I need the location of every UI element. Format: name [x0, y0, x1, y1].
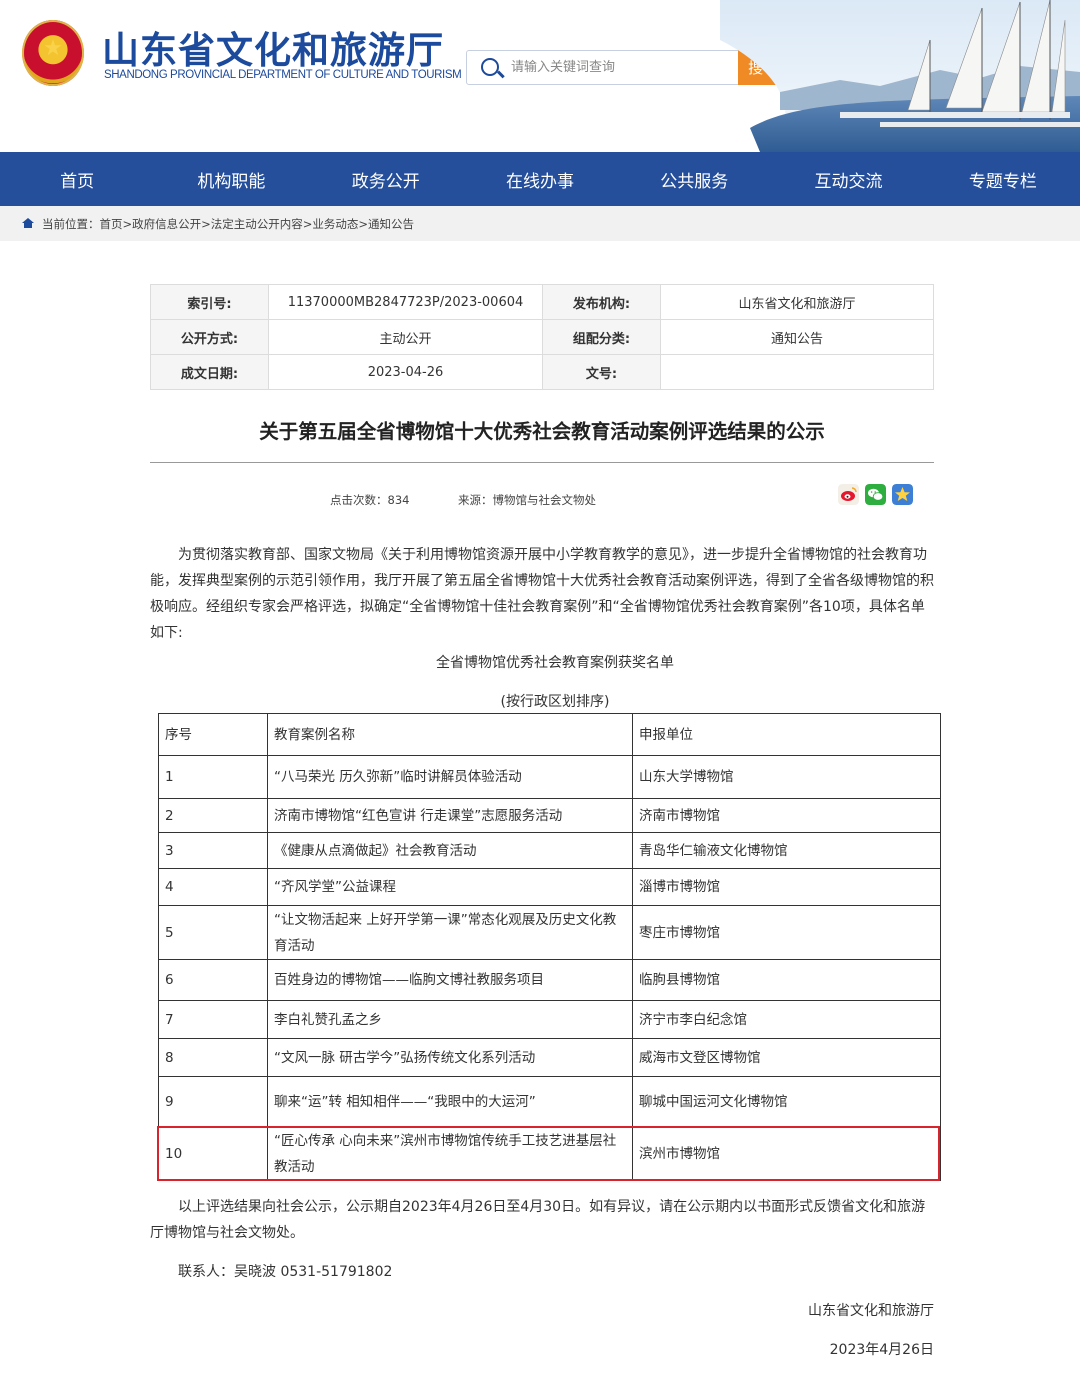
nav-item-home[interactable]: 首页	[0, 152, 154, 206]
applicant-unit: 济南市博物馆	[632, 798, 941, 833]
meta-mode-label: 公开方式:	[150, 319, 269, 355]
meta-date-value: 2023-04-26	[268, 354, 543, 390]
click-count-label: 点击次数：	[330, 493, 388, 507]
case-name: “齐风学堂”公益课程	[267, 868, 633, 906]
national-emblem-logo	[22, 20, 84, 86]
source-value: 博物馆与社会文物处	[492, 493, 597, 507]
nav-item-online-services[interactable]: 在线办事	[463, 152, 617, 206]
table-row: 2 济南市博物馆“红色宣讲 行走课堂”志愿服务活动 济南市博物馆	[158, 798, 941, 833]
case-name: “八马荣光 历久弥新”临时讲解员体验活动	[267, 755, 633, 799]
source-label: 来源：	[458, 493, 493, 507]
site-header: 山东省文化和旅游厅 SHANDONG PROVINCIAL DEPARTMENT…	[0, 0, 1080, 152]
meta-category-label: 组配分类:	[542, 319, 661, 355]
home-icon	[22, 218, 34, 229]
applicant-unit: 济宁市李白纪念馆	[632, 1000, 941, 1039]
click-count-value: 834	[387, 493, 410, 507]
row-number: 1	[158, 755, 268, 799]
row-number: 10	[158, 1126, 268, 1181]
header-cell: 教育案例名称	[267, 713, 633, 756]
document-meta-table: 索引号: 11370000MB2847723P/2023-00604 发布机构:…	[150, 284, 934, 390]
breadcrumb-bar: 当前位置：首页>政府信息公开>法定主动公开内容>业务动态>通知公告	[0, 206, 1080, 241]
case-name: “让文物活起来 上好开学第一课”常态化观展及历史文化教育活动	[267, 905, 633, 960]
article-title: 关于第五届全省博物馆十大优秀社会教育活动案例评选结果的公示	[259, 420, 825, 443]
case-name: 百姓身边的博物馆——临朐文博社教服务项目	[267, 959, 633, 1001]
table-row: 10 “匠心传承 心向未来”滨州市博物馆传统手工技艺进基层社教活动 滨州市博物馆	[158, 1126, 941, 1181]
nav-item-special-topics[interactable]: 专题专栏	[926, 152, 1080, 206]
contact-line: 联系人：吴晓波 0531-51791802	[178, 1264, 393, 1280]
nav-item-government-affairs[interactable]: 政务公开	[309, 152, 463, 206]
nav-item-public-services[interactable]: 公共服务	[617, 152, 771, 206]
row-number: 3	[158, 832, 268, 869]
table-row: 8 “文风一脉 研古学今”弘扬传统文化系列活动 威海市文登区博物馆	[158, 1038, 941, 1077]
title-divider	[150, 462, 934, 463]
table-row: 4 “齐风学堂”公益课程 淄博市博物馆	[158, 868, 941, 906]
table-row: 1 “八马荣光 历久弥新”临时讲解员体验活动 山东大学博物馆	[158, 755, 941, 799]
intro-paragraph: 为贯彻落实教育部、国家文物局《关于利用博物馆资源开展中小学教育教学的意见》，进一…	[150, 547, 934, 641]
wechat-icon[interactable]	[865, 484, 886, 505]
sign-date: 2023年4月26日	[829, 1342, 934, 1358]
meta-index-value: 11370000MB2847723P/2023-00604	[268, 284, 543, 320]
applicant-unit: 枣庄市博物馆	[632, 905, 941, 960]
closing-paragraph: 以上评选结果向社会公示，公示期自2023年4月26日至4月30日。如有异议，请在…	[150, 1199, 926, 1241]
row-number: 8	[158, 1038, 268, 1077]
table-row: 7 李白礼赞孔孟之乡 济宁市李白纪念馆	[158, 1000, 941, 1039]
meta-docno-value	[660, 354, 934, 390]
applicant-unit: 青岛华仁输液文化博物馆	[632, 832, 941, 869]
site-title[interactable]: 山东省文化和旅游厅	[102, 20, 444, 74]
row-number: 9	[158, 1076, 268, 1127]
table-row: 9 聊来“运”转 相知相伴——“我眼中的大运河” 聊城中国运河文化博物馆	[158, 1076, 941, 1127]
main-nav: 首页 机构职能 政务公开 在线办事 公共服务 互动交流 专题专栏	[0, 152, 1080, 206]
harbor-sailboats-banner	[720, 0, 1080, 152]
search-icon	[481, 58, 499, 76]
table-row: 5 “让文物活起来 上好开学第一课”常态化观展及历史文化教育活动 枣庄市博物馆	[158, 905, 941, 960]
row-number: 2	[158, 798, 268, 833]
table-row: 6 百姓身边的博物馆——临朐文博社教服务项目 临朐县博物馆	[158, 959, 941, 1001]
list-title: 全省博物馆优秀社会教育案例获奖名单	[436, 655, 674, 671]
applicant-unit: 山东大学博物馆	[632, 755, 941, 799]
table-header-row: 序号 教育案例名称 申报单位	[158, 713, 941, 756]
signature: 山东省文化和旅游厅	[808, 1303, 934, 1319]
case-name: “文风一脉 研古学今”弘扬传统文化系列活动	[267, 1038, 633, 1077]
applicant-unit: 滨州市博物馆	[632, 1126, 941, 1181]
case-name: 聊来“运”转 相知相伴——“我眼中的大运河”	[267, 1076, 633, 1127]
click-count: 点击次数：834	[330, 492, 409, 508]
meta-date-label: 成文日期:	[150, 354, 269, 390]
meta-index-label: 索引号:	[150, 284, 269, 320]
header-cell: 序号	[158, 713, 268, 756]
nav-item-functions[interactable]: 机构职能	[154, 152, 308, 206]
site-subtitle: SHANDONG PROVINCIAL DEPARTMENT OF CULTUR…	[104, 69, 462, 81]
applicant-unit: 临朐县博物馆	[632, 959, 941, 1001]
case-name: 济南市博物馆“红色宣讲 行走课堂”志愿服务活动	[267, 798, 633, 833]
row-number: 5	[158, 905, 268, 960]
weibo-icon[interactable]	[838, 484, 859, 505]
applicant-unit: 淄博市博物馆	[632, 868, 941, 906]
breadcrumb[interactable]: 当前位置：首页>政府信息公开>法定主动公开内容>业务动态>通知公告	[42, 216, 414, 232]
article-source: 来源：博物馆与社会文物处	[458, 492, 596, 508]
case-name: 李白礼赞孔孟之乡	[267, 1000, 633, 1039]
table-row: 3 《健康从点滴做起》社会教育活动 青岛华仁输液文化博物馆	[158, 832, 941, 869]
award-table: 序号 教育案例名称 申报单位 1 “八马荣光 历久弥新”临时讲解员体验活动 山东…	[158, 713, 941, 1181]
nav-item-interaction[interactable]: 互动交流	[771, 152, 925, 206]
meta-category-value: 通知公告	[660, 319, 934, 355]
applicant-unit: 威海市文登区博物馆	[632, 1038, 941, 1077]
list-note: (按行政区划排序)	[500, 694, 610, 710]
meta-publisher-label: 发布机构:	[542, 284, 661, 320]
case-name: 《健康从点滴做起》社会教育活动	[267, 832, 633, 869]
case-name: “匠心传承 心向未来”滨州市博物馆传统手工技艺进基层社教活动	[267, 1126, 633, 1181]
meta-publisher-value: 山东省文化和旅游厅	[660, 284, 934, 320]
row-number: 4	[158, 868, 268, 906]
row-number: 6	[158, 959, 268, 1001]
header-cell: 申报单位	[632, 713, 941, 756]
applicant-unit: 聊城中国运河文化博物馆	[632, 1076, 941, 1127]
favorite-icon[interactable]	[892, 484, 913, 505]
search-input[interactable]	[511, 51, 735, 84]
meta-docno-label: 文号:	[542, 354, 661, 390]
meta-mode-value: 主动公开	[268, 319, 543, 355]
row-number: 7	[158, 1000, 268, 1039]
